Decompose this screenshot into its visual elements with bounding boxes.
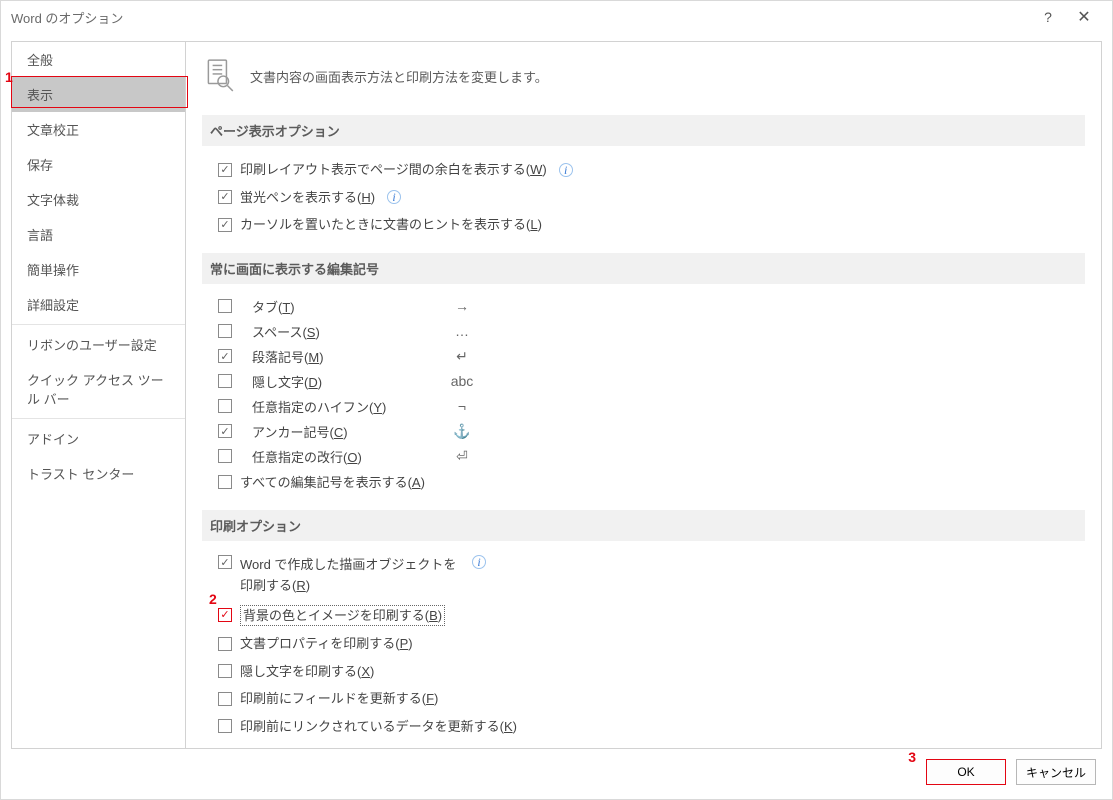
info-icon[interactable]: i	[472, 555, 486, 569]
content-header-text: 文書内容の画面表示方法と印刷方法を変更します。	[250, 67, 548, 86]
option-row: Word で作成した描画オブジェクトを印刷する(R) i	[202, 551, 1085, 601]
sidebar-item[interactable]: リボンのユーザー設定	[12, 327, 185, 362]
mark-option-row: 段落記号(M)↵	[202, 344, 1085, 369]
checkbox[interactable]	[218, 399, 232, 413]
sidebar-item[interactable]: 保存	[12, 147, 185, 182]
options-dialog: Word のオプション ? ✕ 全般表示文章校正保存文字体裁言語簡単操作詳細設定…	[0, 0, 1113, 800]
dialog-title: Word のオプション	[11, 8, 1030, 27]
option-label: 隠し文字を印刷する(X)	[240, 662, 374, 682]
mark-option-row: 隠し文字(D)abc	[202, 369, 1085, 394]
checkbox[interactable]	[218, 475, 232, 489]
annotation-3: 3	[908, 749, 916, 765]
sidebar-item[interactable]: 詳細設定	[12, 287, 185, 322]
section-page-display: ページ表示オプション	[202, 115, 1085, 146]
sidebar-item[interactable]: クイック アクセス ツール バー	[12, 362, 185, 416]
mark-option-row: 任意指定の改行(O)⏎	[202, 444, 1085, 469]
option-label: 背景の色とイメージを印刷する(B)	[240, 605, 445, 627]
option-label: 任意指定の改行(O)	[252, 447, 432, 466]
option-label: 印刷前にリンクされているデータを更新する(K)	[240, 717, 517, 737]
checkbox[interactable]	[218, 449, 232, 463]
option-label: 隠し文字(D)	[252, 372, 432, 391]
checkbox[interactable]	[218, 637, 232, 651]
mark-option-row: タブ(T)→	[202, 294, 1085, 319]
sidebar-item[interactable]: 言語	[12, 217, 185, 252]
sidebar-separator	[12, 418, 185, 419]
sidebar-item[interactable]: 全般	[12, 42, 185, 77]
checkbox[interactable]	[218, 664, 232, 678]
option-row: 印刷前にリンクされているデータを更新する(K)	[202, 713, 1085, 741]
checkbox[interactable]	[218, 190, 232, 204]
sidebar-item[interactable]: アドイン	[12, 421, 185, 456]
sidebar-separator	[12, 324, 185, 325]
checkbox[interactable]	[218, 374, 232, 388]
section-print-options: 印刷オプション	[202, 510, 1085, 541]
mark-symbol: ⚓	[432, 423, 492, 440]
option-row: 背景の色とイメージを印刷する(B)	[202, 601, 1085, 631]
sidebar-item[interactable]: トラスト センター	[12, 456, 185, 491]
option-row: 印刷前にフィールドを更新する(F)	[202, 685, 1085, 713]
option-label: 文書プロパティを印刷する(P)	[240, 634, 413, 654]
option-row: 文書プロパティを印刷する(P)	[202, 630, 1085, 658]
option-label: アンカー記号(C)	[252, 422, 432, 441]
mark-option-row: アンカー記号(C)⚓	[202, 419, 1085, 444]
option-label: 印刷前にフィールドを更新する(F)	[240, 689, 438, 709]
titlebar: Word のオプション ? ✕	[1, 1, 1112, 33]
option-row: 隠し文字を印刷する(X)	[202, 658, 1085, 686]
ok-button[interactable]: OK	[926, 759, 1006, 785]
dialog-footer: OK キャンセル	[926, 759, 1096, 785]
mark-symbol: abc	[432, 373, 492, 389]
content-header: 文書内容の画面表示方法と印刷方法を変更します。	[202, 52, 1085, 95]
checkbox[interactable]	[218, 608, 232, 622]
mark-symbol: →	[432, 298, 492, 314]
checkbox[interactable]	[218, 324, 232, 338]
option-label: Word で作成した描画オブジェクトを印刷する(R)	[240, 555, 460, 597]
checkbox[interactable]	[218, 349, 232, 363]
cancel-button[interactable]: キャンセル	[1016, 759, 1096, 785]
sidebar: 全般表示文章校正保存文字体裁言語簡単操作詳細設定 リボンのユーザー設定クイック …	[11, 41, 186, 749]
mark-option-row: スペース(S)…	[202, 319, 1085, 344]
checkbox[interactable]	[218, 163, 232, 177]
checkbox[interactable]	[218, 692, 232, 706]
option-label: カーソルを置いたときに文書のヒントを表示する(L)	[240, 215, 542, 235]
annotation-1: 1	[5, 69, 13, 85]
page-display-icon	[202, 58, 236, 95]
option-label: 蛍光ペンを表示する(H)	[240, 188, 375, 208]
option-row: カーソルを置いたときに文書のヒントを表示する(L)	[202, 211, 1085, 239]
info-icon[interactable]: i	[387, 190, 401, 204]
content-pane: 文書内容の画面表示方法と印刷方法を変更します。 ページ表示オプション 印刷レイア…	[186, 41, 1102, 749]
help-button[interactable]: ?	[1030, 1, 1066, 33]
checkbox[interactable]	[218, 555, 232, 569]
sidebar-item[interactable]: 簡単操作	[12, 252, 185, 287]
checkbox[interactable]	[218, 218, 232, 232]
option-label: スペース(S)	[252, 322, 432, 341]
option-label: 任意指定のハイフン(Y)	[252, 397, 432, 416]
mark-symbol: …	[432, 323, 492, 339]
checkbox[interactable]	[218, 299, 232, 313]
option-label: すべての編集記号を表示する(A)	[240, 473, 425, 493]
mark-symbol: ⏎	[432, 448, 492, 465]
annotation-2: 2	[209, 591, 217, 607]
close-button[interactable]: ✕	[1066, 1, 1102, 33]
mark-symbol: ↵	[432, 348, 492, 365]
option-label: タブ(T)	[252, 297, 432, 316]
info-icon[interactable]: i	[559, 163, 573, 177]
option-row: 印刷レイアウト表示でページ間の余白を表示する(W) i	[202, 156, 1085, 184]
sidebar-item[interactable]: 文章校正	[12, 112, 185, 147]
sidebar-item[interactable]: 文字体裁	[12, 182, 185, 217]
section-formatting-marks: 常に画面に表示する編集記号	[202, 253, 1085, 284]
option-label: 印刷レイアウト表示でページ間の余白を表示する(W)	[240, 160, 547, 180]
option-row: 蛍光ペンを表示する(H) i	[202, 184, 1085, 212]
option-row: すべての編集記号を表示する(A)	[202, 469, 1085, 497]
checkbox[interactable]	[218, 719, 232, 733]
mark-symbol: ¬	[432, 398, 492, 414]
sidebar-item[interactable]: 表示	[12, 77, 185, 112]
checkbox[interactable]	[218, 424, 232, 438]
option-label: 段落記号(M)	[252, 347, 432, 366]
mark-option-row: 任意指定のハイフン(Y)¬	[202, 394, 1085, 419]
